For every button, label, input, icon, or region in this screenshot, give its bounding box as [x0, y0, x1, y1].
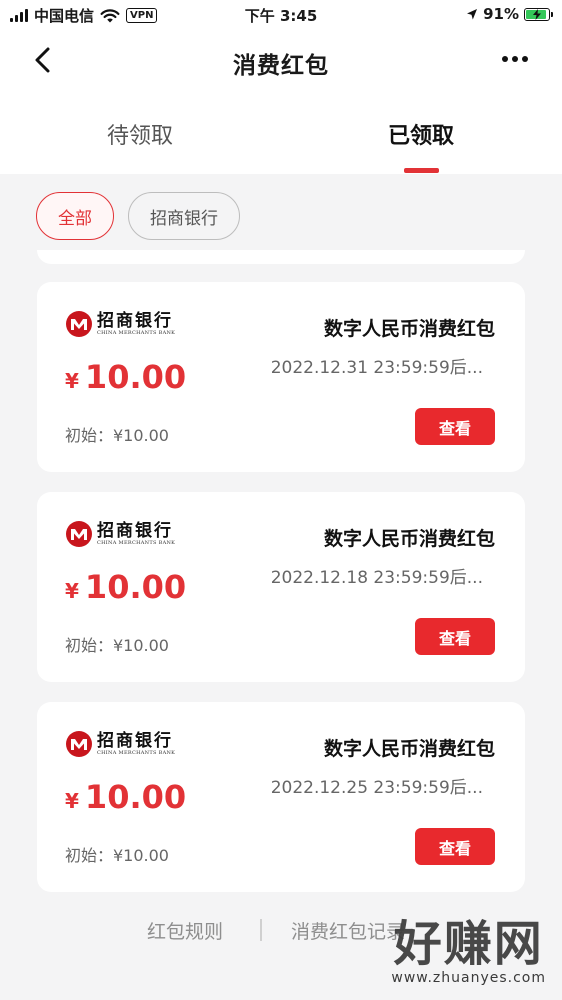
- bank-logo: 招商银行 CHINA MERCHANTS BANK: [65, 310, 175, 338]
- battery-charging-icon: [524, 7, 553, 21]
- coupon-amount: ¥ 10.00: [65, 568, 186, 606]
- currency-symbol: ¥: [65, 789, 79, 813]
- bank-name-en: CHINA MERCHANTS BANK: [97, 750, 176, 756]
- status-right: 91%: [466, 5, 553, 23]
- coupon-expiry: 2022.12.31 23:59:59后...: [270, 358, 483, 378]
- records-link[interactable]: 消费红包记录: [291, 917, 405, 944]
- amount-value: 10.00: [84, 358, 187, 396]
- coupon-card: 招商银行 CHINA MERCHANTS BANK ¥ 10.00 初始：¥10…: [37, 492, 525, 682]
- view-button[interactable]: 查看: [415, 408, 495, 445]
- amount-value: 10.00: [84, 778, 187, 816]
- coupon-amount: ¥ 10.00: [65, 358, 186, 396]
- coupon-card: 招商银行 CHINA MERCHANTS BANK ¥ 10.00 初始：¥10…: [37, 282, 525, 472]
- rules-link[interactable]: 红包规则: [147, 917, 223, 944]
- tab-received[interactable]: 已领取: [321, 118, 521, 150]
- bank-name-cn: 招商银行: [97, 731, 173, 751]
- initial-amount: 初始：¥10.00: [65, 426, 169, 445]
- filter-bar: 全部 招商银行: [0, 174, 562, 258]
- amount-value: 10.00: [84, 568, 187, 606]
- initial-amount: 初始：¥10.00: [65, 846, 169, 865]
- coupon-title: 数字人民币消费红包: [323, 318, 495, 340]
- page-title: 消费红包: [233, 53, 329, 79]
- more-dots-icon: [502, 56, 528, 62]
- coupon-amount: ¥ 10.00: [65, 778, 186, 816]
- cmb-logo-icon: [66, 311, 92, 337]
- cmb-logo-icon: [66, 521, 92, 547]
- currency-symbol: ¥: [65, 369, 79, 393]
- currency-symbol: ¥: [65, 579, 79, 603]
- coupon-card: 招商银行 CHINA MERCHANTS BANK ¥ 10.00 初始：¥10…: [37, 702, 525, 892]
- bank-name-en: CHINA MERCHANTS BANK: [97, 540, 176, 546]
- coupon-expiry: 2022.12.18 23:59:59后...: [270, 568, 483, 588]
- tab-pending[interactable]: 待领取: [40, 118, 240, 150]
- watermark: 好赚网 www.zhuanyes.com: [391, 918, 546, 986]
- battery-percent: 91%: [483, 5, 519, 23]
- tab-bar: 待领取 已领取: [0, 94, 562, 174]
- coupon-expiry: 2022.12.25 23:59:59后...: [270, 778, 483, 798]
- initial-amount: 初始：¥10.00: [65, 636, 169, 655]
- bank-logo: 招商银行 CHINA MERCHANTS BANK: [65, 730, 175, 758]
- more-button[interactable]: [502, 56, 528, 62]
- location-arrow-icon: [467, 8, 478, 19]
- coupon-title: 数字人民币消费红包: [323, 738, 495, 760]
- filter-chip-cmb[interactable]: 招商银行: [128, 192, 240, 240]
- status-bar: 中国电信 VPN 下午 3:45 91%: [0, 0, 562, 30]
- bank-logo: 招商银行 CHINA MERCHANTS BANK: [65, 520, 175, 548]
- card-edge-above: [37, 250, 525, 264]
- bank-name-en: CHINA MERCHANTS BANK: [97, 330, 176, 336]
- filter-chip-all[interactable]: 全部: [36, 192, 114, 240]
- active-tab-indicator: [404, 168, 439, 173]
- bank-name-cn: 招商银行: [97, 521, 173, 541]
- bank-name-cn: 招商银行: [97, 311, 173, 331]
- cmb-logo-icon: [66, 731, 92, 757]
- watermark-url: www.zhuanyes.com: [391, 970, 546, 986]
- footer-divider: [260, 919, 262, 941]
- view-button[interactable]: 查看: [415, 828, 495, 865]
- view-button[interactable]: 查看: [415, 618, 495, 655]
- nav-bar: 消费红包: [0, 30, 562, 94]
- coupon-title: 数字人民币消费红包: [323, 528, 495, 550]
- watermark-title: 好赚网: [393, 916, 544, 972]
